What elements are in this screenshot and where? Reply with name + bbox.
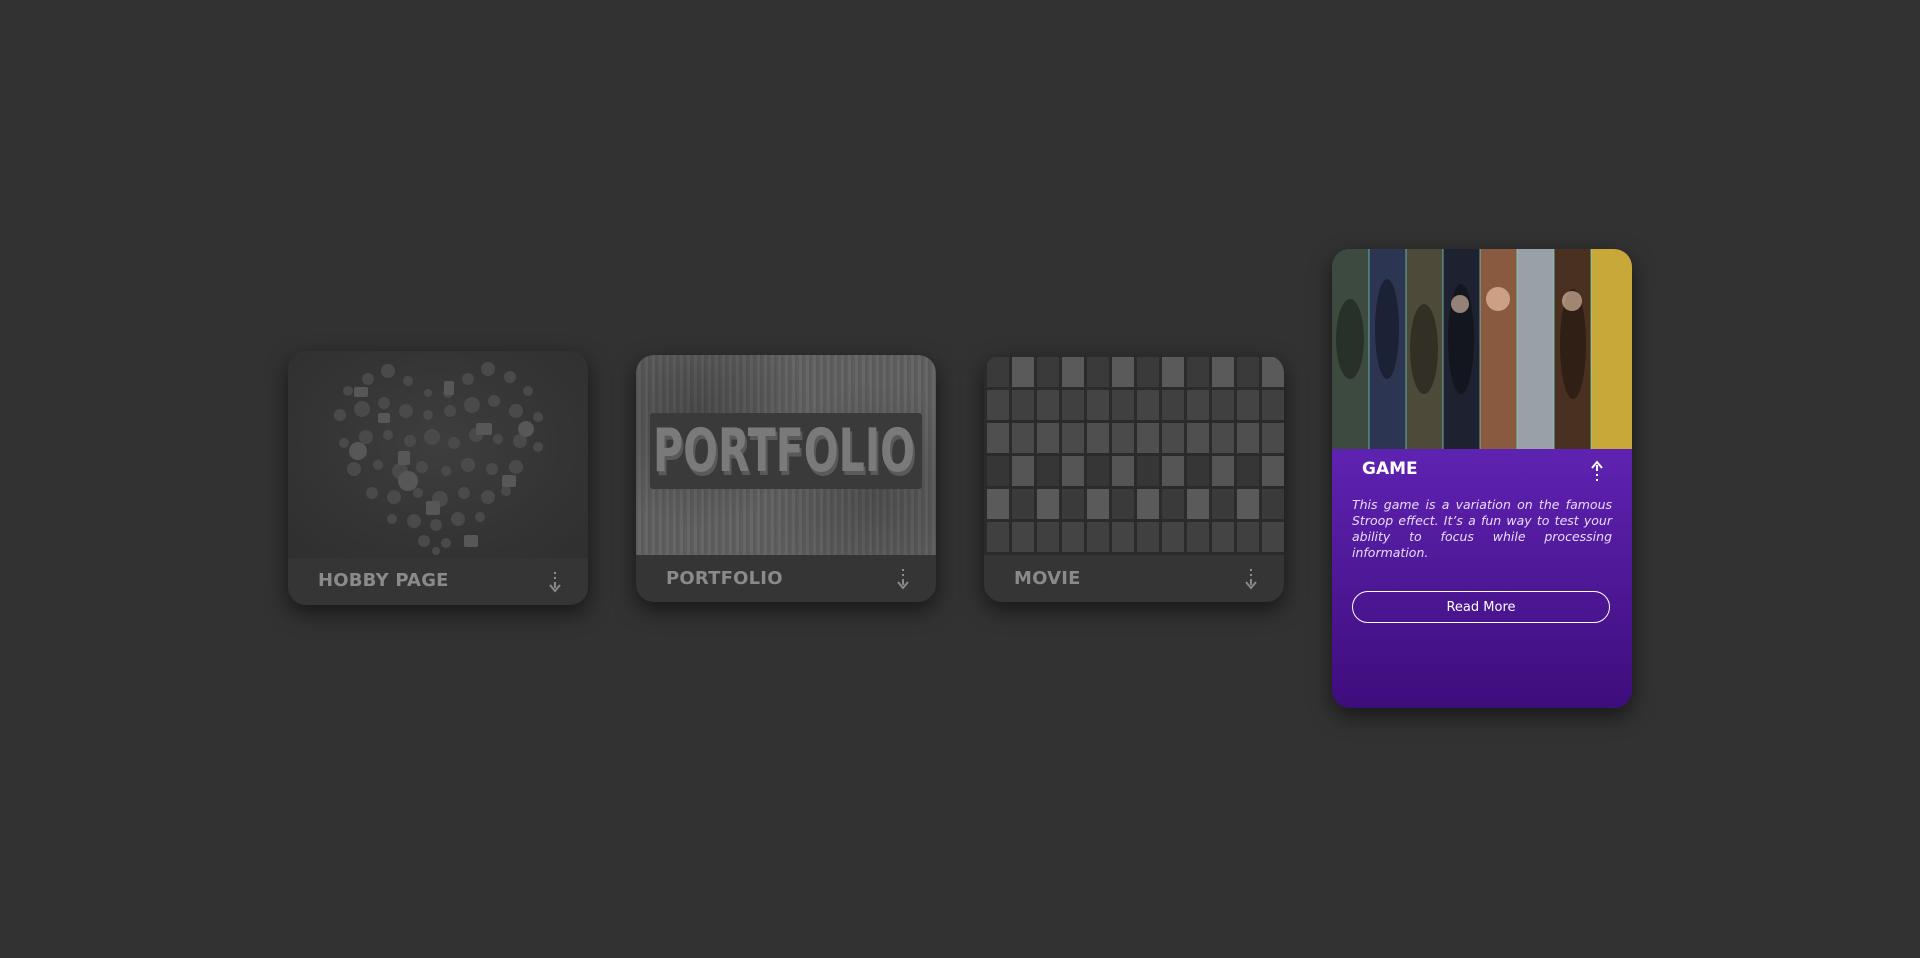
movie-poster-thumb [1112, 423, 1134, 453]
movie-poster-thumb [1012, 390, 1034, 420]
movie-poster-thumb [1012, 489, 1034, 519]
hobby-heart-image [288, 351, 588, 558]
movie-poster-thumb [1212, 423, 1234, 453]
movie-poster-thumb [1137, 390, 1159, 420]
movie-poster-thumb [1212, 357, 1234, 387]
movie-poster-thumb [1187, 390, 1209, 420]
movie-poster-thumb [1037, 456, 1059, 486]
movie-poster-thumb [1137, 489, 1159, 519]
movie-poster-thumb [1237, 423, 1259, 453]
movie-poster-thumb [987, 390, 1009, 420]
arrow-up-icon[interactable] [1590, 459, 1604, 483]
movie-poster-thumb [1037, 390, 1059, 420]
movie-poster-thumb [1062, 423, 1084, 453]
movie-poster-thumb [1012, 423, 1034, 453]
movie-poster-thumb [1062, 489, 1084, 519]
arrow-down-icon[interactable] [548, 570, 562, 594]
movie-poster-thumb [1112, 522, 1134, 552]
card-footer[interactable]: MOVIE [984, 555, 1284, 602]
movie-poster-thumb [1062, 456, 1084, 486]
portfolio-image: PORTFOLIO PORTFOLIO [636, 355, 936, 555]
movie-poster-thumb [1112, 390, 1134, 420]
movie-poster-thumb [1262, 390, 1284, 420]
movie-poster-thumb [1037, 423, 1059, 453]
movie-poster-thumb [1162, 423, 1184, 453]
movie-poster-thumb [1112, 357, 1134, 387]
movie-poster-thumb [1187, 423, 1209, 453]
movie-poster-thumb [1262, 423, 1284, 453]
movie-poster-thumb [1187, 522, 1209, 552]
movie-poster-thumb [1262, 357, 1284, 387]
movie-poster-thumb [1012, 456, 1034, 486]
movie-poster-thumb [1137, 357, 1159, 387]
movie-poster-thumb [1062, 522, 1084, 552]
movie-poster-thumb [1087, 390, 1109, 420]
movie-poster-thumb [1237, 522, 1259, 552]
movie-poster-thumb [1187, 489, 1209, 519]
movie-poster-thumb [1212, 456, 1234, 486]
movie-poster-thumb [1212, 390, 1234, 420]
movie-poster-thumb [1137, 456, 1159, 486]
movie-poster-thumb [1237, 489, 1259, 519]
movie-poster-thumb [1137, 423, 1159, 453]
card-hobby-page[interactable]: HOBBY PAGE [288, 351, 588, 605]
card-label: GAME [1362, 459, 1418, 479]
movie-poster-thumb [1037, 522, 1059, 552]
movie-poster-thumb [1237, 390, 1259, 420]
movie-poster-thumb [987, 423, 1009, 453]
movie-poster-thumb [1212, 522, 1234, 552]
movie-poster-thumb [1262, 456, 1284, 486]
movie-poster-thumb [1162, 522, 1184, 552]
card-description: This game is a variation on the famous S… [1352, 497, 1612, 560]
read-more-button[interactable]: Read More [1352, 591, 1610, 623]
arrow-down-icon[interactable] [896, 567, 910, 591]
movie-poster-thumb [987, 522, 1009, 552]
movie-poster-thumb [1087, 522, 1109, 552]
card-label: HOBBY PAGE [318, 570, 449, 591]
movie-poster-thumb [1087, 456, 1109, 486]
movie-poster-thumb [1162, 489, 1184, 519]
movie-poster-thumb [1162, 357, 1184, 387]
movie-poster-thumb [1162, 456, 1184, 486]
movie-poster-thumb [1262, 489, 1284, 519]
movie-poster-thumb [1237, 456, 1259, 486]
movie-poster-thumb [1062, 390, 1084, 420]
card-footer[interactable]: PORTFOLIO [636, 555, 936, 602]
movie-poster-thumb [1187, 357, 1209, 387]
movie-poster-thumb [1187, 456, 1209, 486]
arrow-down-icon[interactable] [1244, 567, 1258, 591]
movie-poster-thumb [1087, 357, 1109, 387]
movie-poster-thumb [1087, 489, 1109, 519]
movie-poster-thumb [1212, 489, 1234, 519]
movie-poster-thumb [1062, 357, 1084, 387]
movie-poster-thumb [1012, 357, 1034, 387]
movie-poster-thumb [1112, 489, 1134, 519]
movie-poster-thumb [987, 489, 1009, 519]
card-game[interactable]: GAME This game is a variation on the fam… [1332, 249, 1632, 708]
movie-poster-thumb [1037, 357, 1059, 387]
read-more-label: Read More [1446, 599, 1516, 615]
card-footer[interactable]: HOBBY PAGE [288, 558, 588, 605]
card-portfolio[interactable]: PORTFOLIO PORTFOLIO PORTFOLIO [636, 355, 936, 602]
movie-poster-thumb [987, 357, 1009, 387]
movie-poster-thumb [1137, 522, 1159, 552]
game-characters-image [1332, 249, 1632, 449]
card-label: PORTFOLIO [666, 568, 783, 589]
movie-poster-thumb [1162, 390, 1184, 420]
movie-posters-image [984, 355, 1284, 555]
movie-poster-thumb [1112, 456, 1134, 486]
movie-poster-thumb [1012, 522, 1034, 552]
card-label: MOVIE [1014, 568, 1081, 589]
movie-poster-thumb [987, 456, 1009, 486]
movie-poster-thumb [1262, 522, 1284, 552]
movie-poster-thumb [1087, 423, 1109, 453]
portfolio-block-letters-front: PORTFOLIO [653, 416, 915, 486]
card-movie[interactable]: MOVIE [984, 355, 1284, 602]
movie-poster-thumb [1237, 357, 1259, 387]
movie-poster-thumb [1037, 489, 1059, 519]
